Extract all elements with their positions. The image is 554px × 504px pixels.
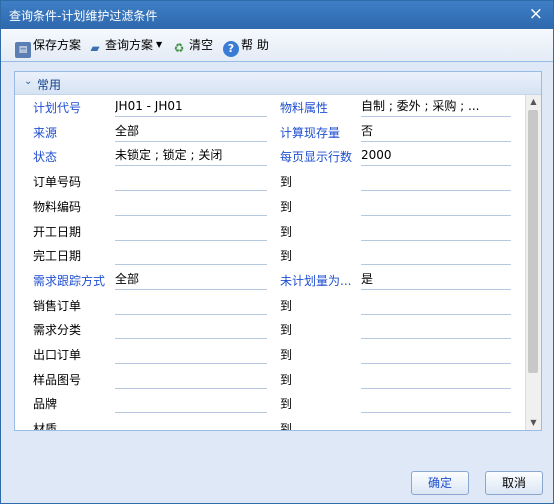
field-value-input-right[interactable]: 自制 ; 委外 ; 采购 ; ...: [361, 96, 511, 117]
field-label: 物料编码: [33, 199, 82, 214]
condition-row: 状态 未锁定 ; 锁定 ; 关闭 每页显示行数 2000: [15, 144, 525, 169]
clear-label: 清空: [189, 38, 214, 52]
field-label: 完工日期: [33, 249, 82, 264]
condition-row: 销售订单 到: [15, 293, 525, 318]
scroll-up-icon[interactable]: ▲: [526, 95, 541, 109]
condition-row: 样品图号 到: [15, 367, 525, 392]
field-label-right: 到: [280, 175, 293, 190]
field-label: 需求跟踪方式: [33, 273, 106, 288]
field-label: 材质: [33, 422, 58, 430]
field-value-input-right[interactable]: [361, 368, 511, 389]
cancel-button[interactable]: 取消: [485, 471, 543, 495]
field-label: 品牌: [33, 397, 58, 412]
field-value-input[interactable]: [115, 343, 267, 364]
field-label-right: 到: [280, 422, 293, 430]
field-label: 样品图号: [33, 372, 82, 387]
field-value-input[interactable]: 全部: [115, 121, 267, 142]
field-label-right: 到: [280, 199, 293, 214]
field-value-input[interactable]: 未锁定 ; 锁定 ; 关闭: [115, 145, 267, 167]
field-value-input-right[interactable]: [361, 318, 511, 340]
query-conditions-dialog: 查询条件-计划维护过滤条件 × ▤ 保存方案 ▰ 查询方案 ▼ ♻ 清空 ? 帮 助 ⌄ …: [0, 0, 554, 504]
chevron-down-icon: ▼: [156, 40, 163, 49]
field-value-input[interactable]: JH01 - JH01: [115, 96, 267, 117]
field-label-right: 到: [280, 323, 293, 338]
field-value-input-right[interactable]: 2000: [361, 145, 511, 167]
folder-icon: ▰: [90, 41, 100, 55]
field-value-input[interactable]: [115, 220, 267, 241]
scroll-down-icon[interactable]: ▼: [526, 416, 541, 430]
condition-row: 品牌 到: [15, 391, 525, 416]
field-value-input[interactable]: [115, 294, 267, 315]
toolbar: ▤ 保存方案 ▰ 查询方案 ▼ ♻ 清空 ? 帮 助: [1, 29, 553, 62]
condition-row: 来源 全部 计算现存量 否: [15, 120, 525, 145]
field-label: 计划代号: [33, 101, 82, 115]
condition-row: 完工日期 到: [15, 243, 525, 268]
field-value-input-right[interactable]: [361, 170, 511, 192]
field-label-right: 到: [280, 224, 293, 239]
confirm-button[interactable]: 确定: [411, 471, 469, 495]
field-label-right: 到: [280, 372, 293, 387]
save-scheme-button[interactable]: ▤ 保存方案: [15, 36, 82, 58]
field-label: 销售订单: [33, 298, 82, 313]
field-value-input-right[interactable]: [361, 294, 511, 315]
query-scheme-label: 查询方案: [105, 38, 154, 52]
field-value-input[interactable]: [115, 318, 267, 340]
field-label: 开工日期: [33, 224, 82, 239]
field-value-input[interactable]: 全部: [115, 269, 267, 290]
condition-row: 计划代号 JH01 - JH01 物料属性 自制 ; 委外 ; 采购 ; ...: [15, 95, 525, 120]
field-label-right: 到: [280, 249, 293, 264]
field-value-input-right[interactable]: 否: [361, 121, 511, 142]
condition-row: 需求分类 到: [15, 317, 525, 342]
clear-button[interactable]: ♻ 清空: [171, 36, 214, 55]
title-bar[interactable]: 查询条件-计划维护过滤条件 ×: [1, 1, 553, 29]
close-icon[interactable]: ×: [529, 4, 543, 24]
condition-rows: 计划代号 JH01 - JH01 物料属性 自制 ; 委外 ; 采购 ; ... 来源全…: [15, 95, 525, 430]
field-label: 订单号码: [33, 175, 82, 190]
condition-row: 出口订单 到: [15, 342, 525, 367]
field-value-input[interactable]: [115, 244, 267, 266]
field-value-input[interactable]: [115, 392, 267, 414]
field-value-input[interactable]: [115, 195, 267, 216]
condition-row: 材质 到: [15, 416, 525, 430]
field-value-input[interactable]: [115, 368, 267, 389]
field-value-input-right[interactable]: [361, 244, 511, 266]
help-label: 帮 助: [241, 38, 269, 52]
field-value-input-right[interactable]: [361, 195, 511, 216]
field-label-right: 未计划量为...: [280, 273, 352, 288]
condition-row: 需求跟踪方式 全部 未计划量为... 是: [15, 268, 525, 293]
field-value-input[interactable]: [115, 170, 267, 192]
field-value-input-right[interactable]: [361, 220, 511, 241]
vertical-scrollbar[interactable]: ▲ ▼: [525, 95, 541, 430]
query-scheme-dropdown[interactable]: ▰ 查询方案 ▼: [87, 36, 163, 55]
field-value-input-right[interactable]: [361, 417, 511, 430]
section-header[interactable]: ⌄ 常用: [15, 72, 541, 95]
field-value-input-right[interactable]: 是: [361, 269, 511, 290]
help-button[interactable]: ? 帮 助: [223, 36, 269, 57]
field-value-input[interactable]: [115, 417, 267, 430]
field-label-right: 到: [280, 397, 293, 412]
scrollbar-thumb[interactable]: [528, 110, 538, 373]
field-label-right: 物料属性: [280, 101, 329, 115]
help-icon: ?: [223, 41, 239, 57]
clear-icon: ♻: [173, 41, 185, 55]
save-icon: ▤: [15, 42, 31, 58]
field-label-right: 计算现存量: [280, 125, 341, 140]
collapse-icon[interactable]: ⌄: [24, 76, 32, 87]
field-label-right: 到: [280, 298, 293, 313]
section-title: 常用: [37, 78, 62, 92]
field-value-input-right[interactable]: [361, 392, 511, 414]
field-label: 来源: [33, 125, 58, 140]
condition-row: 订单号码 到: [15, 169, 525, 194]
condition-row: 物料编码 到: [15, 194, 525, 219]
field-label-right: 每页显示行数: [280, 150, 353, 165]
common-section-panel: ⌄ 常用 计划代号 JH01 - JH01 物料属性 自制 ; 委外 ; 采购 ; .…: [14, 71, 542, 431]
dialog-title: 查询条件-计划维护过滤条件: [9, 9, 158, 23]
condition-row: 开工日期 到: [15, 219, 525, 244]
field-label-right: 到: [280, 348, 293, 362]
field-label: 需求分类: [33, 323, 82, 338]
field-value-input-right[interactable]: [361, 343, 511, 364]
save-scheme-label: 保存方案: [33, 38, 82, 52]
field-label: 状态: [33, 150, 58, 165]
field-label: 出口订单: [33, 348, 82, 362]
